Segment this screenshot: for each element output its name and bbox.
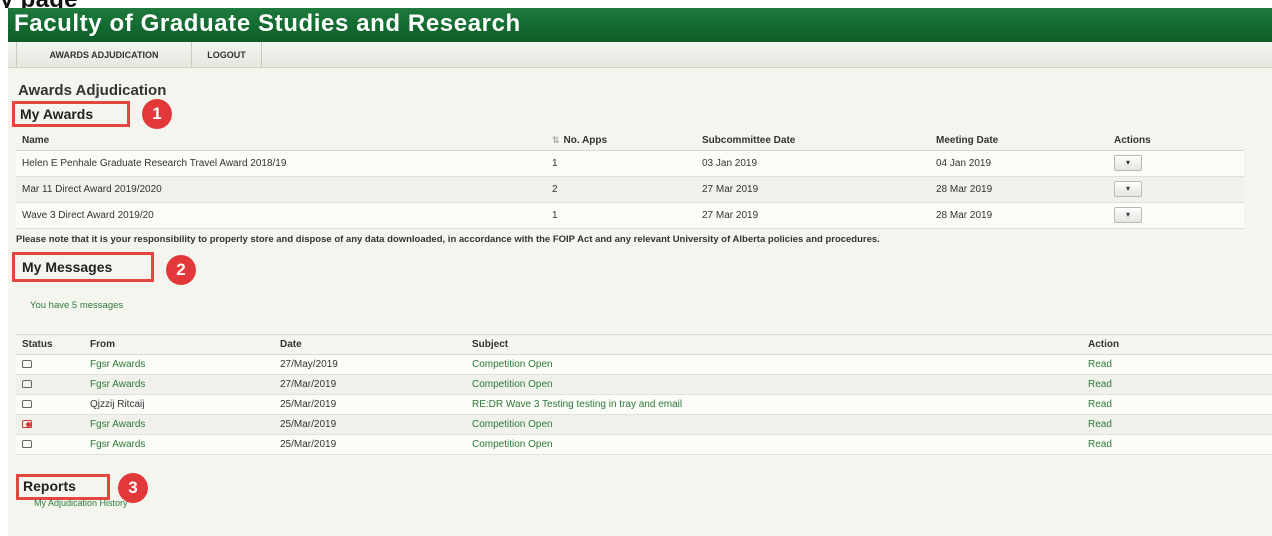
nav-awards-adjudication[interactable]: AWARDS ADJUDICATION [16, 42, 192, 68]
clipped-heading: y page [0, 0, 1272, 8]
award-meeting-date: 04 Jan 2019 [930, 150, 1108, 177]
col-name[interactable]: Name [16, 132, 546, 151]
award-apps: 1 [546, 150, 696, 177]
award-subcommittee-date: 27 Mar 2019 [696, 202, 930, 229]
message-read-link[interactable]: Read [1082, 414, 1272, 435]
actions-dropdown-button[interactable]: ▾ [1114, 155, 1142, 171]
foip-notice: Please note that it is your responsibili… [16, 234, 880, 245]
award-name: Wave 3 Direct Award 2019/20 [16, 202, 546, 229]
messages-header-row: Status From Date Subject Action [16, 334, 1272, 355]
col-date: Date [274, 334, 466, 355]
clipped-heading-text: y page [0, 0, 78, 8]
header-banner: Faculty of Graduate Studies and Research [8, 8, 1272, 42]
messages-table: Status From Date Subject Action Fgsr Awa… [16, 334, 1272, 455]
message-status [16, 394, 84, 415]
awards-header-row: Name ⇅ No. Apps Subcommittee Date Meeting… [16, 132, 1244, 151]
message-count: You have 5 messages [30, 300, 124, 311]
message-from[interactable]: Qjzzij Ritcaij [84, 394, 274, 415]
table-row: Mar 11 Direct Award 2019/2020 2 27 Mar 2… [16, 176, 1244, 203]
award-meeting-date: 28 Mar 2019 [930, 202, 1108, 229]
adjudication-history-link[interactable]: My Adjudication History [34, 498, 128, 508]
actions-dropdown-button[interactable]: ▾ [1114, 207, 1142, 223]
reports-heading: Reports [23, 478, 76, 494]
read-envelope-icon [22, 360, 32, 368]
awards-table: Name ⇅ No. Apps Subcommittee Date Meeting… [16, 132, 1244, 229]
col-from: From [84, 334, 274, 355]
message-subject[interactable]: Competition Open [466, 354, 1082, 375]
flagged-envelope-icon [22, 420, 32, 428]
award-name: Mar 11 Direct Award 2019/2020 [16, 176, 546, 203]
read-envelope-icon [22, 400, 32, 408]
message-date: 27/May/2019 [274, 354, 466, 375]
nav-logout[interactable]: LOGOUT [192, 42, 262, 68]
table-row: Fgsr Awards 25/Mar/2019 Competition Open… [16, 414, 1272, 435]
award-actions-cell: ▾ [1108, 202, 1244, 229]
award-actions-cell: ▾ [1108, 176, 1244, 203]
main-content: Awards Adjudication My Awards 1 Name ⇅ No… [8, 68, 1272, 536]
award-subcommittee-date: 03 Jan 2019 [696, 150, 930, 177]
read-envelope-icon [22, 380, 32, 388]
col-meeting-date[interactable]: Meeting Date [930, 132, 1108, 151]
award-apps: 2 [546, 176, 696, 203]
table-row: Fgsr Awards 27/May/2019 Competition Open… [16, 354, 1272, 375]
message-read-link[interactable]: Read [1082, 394, 1272, 415]
message-from[interactable]: Fgsr Awards [84, 354, 274, 375]
message-from[interactable]: Fgsr Awards [84, 414, 274, 435]
message-date: 25/Mar/2019 [274, 394, 466, 415]
message-read-link[interactable]: Read [1082, 354, 1272, 375]
award-apps: 1 [546, 202, 696, 229]
message-subject[interactable]: Competition Open [466, 374, 1082, 395]
message-read-link[interactable]: Read [1082, 434, 1272, 455]
message-status [16, 434, 84, 455]
message-status [16, 354, 84, 375]
award-meeting-date: 28 Mar 2019 [930, 176, 1108, 203]
main-nav: AWARDS ADJUDICATION LOGOUT [8, 42, 1272, 68]
page-title: Awards Adjudication [18, 82, 167, 99]
message-status [16, 374, 84, 395]
my-messages-heading: My Messages [22, 259, 113, 275]
col-status: Status [16, 334, 84, 355]
step-badge-1: 1 [142, 99, 172, 129]
col-subcommittee-date[interactable]: Subcommittee Date [696, 132, 930, 151]
message-date: 25/Mar/2019 [274, 434, 466, 455]
message-read-link[interactable]: Read [1082, 374, 1272, 395]
award-name: Helen E Penhale Graduate Research Travel… [16, 150, 546, 177]
step-badge-2: 2 [166, 255, 196, 285]
col-action: Action [1082, 334, 1272, 355]
table-row: Wave 3 Direct Award 2019/20 1 27 Mar 201… [16, 202, 1244, 229]
actions-dropdown-button[interactable]: ▾ [1114, 181, 1142, 197]
message-subject[interactable]: Competition Open [466, 414, 1082, 435]
message-from[interactable]: Fgsr Awards [84, 434, 274, 455]
message-from[interactable]: Fgsr Awards [84, 374, 274, 395]
my-awards-heading: My Awards [20, 106, 94, 122]
message-date: 27/Mar/2019 [274, 374, 466, 395]
table-row: Fgsr Awards 27/Mar/2019 Competition Open… [16, 374, 1272, 395]
table-row: Fgsr Awards 25/Mar/2019 Competition Open… [16, 434, 1272, 455]
app-title: Faculty of Graduate Studies and Research [14, 10, 521, 37]
col-subject: Subject [466, 334, 1082, 355]
table-row: Helen E Penhale Graduate Research Travel… [16, 150, 1244, 177]
award-actions-cell: ▾ [1108, 150, 1244, 177]
message-status [16, 414, 84, 435]
message-subject[interactable]: RE:DR Wave 3 Testing testing in tray and… [466, 394, 1082, 415]
read-envelope-icon [22, 440, 32, 448]
message-date: 25/Mar/2019 [274, 414, 466, 435]
table-row: Qjzzij Ritcaij 25/Mar/2019 RE:DR Wave 3 … [16, 394, 1272, 415]
sort-icon: ⇅ [552, 135, 560, 146]
message-subject[interactable]: Competition Open [466, 434, 1082, 455]
col-no-apps[interactable]: ⇅ No. Apps [546, 132, 696, 151]
award-subcommittee-date: 27 Mar 2019 [696, 176, 930, 203]
col-actions: Actions [1108, 132, 1244, 151]
